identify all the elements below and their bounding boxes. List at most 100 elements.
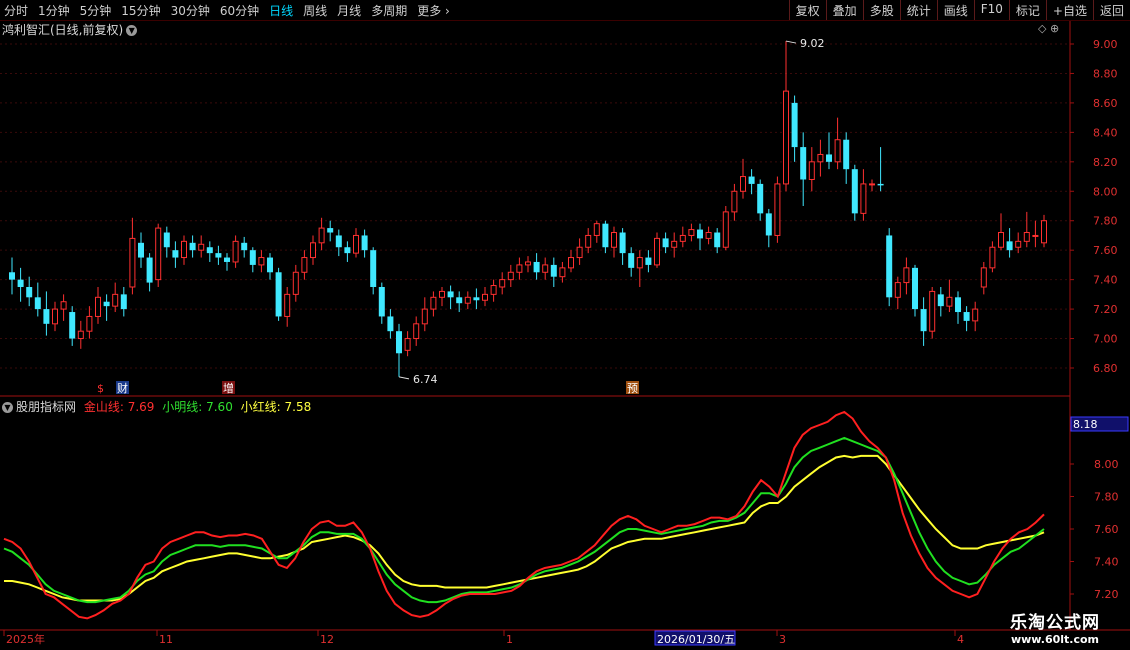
site-watermark: 乐淘公式网 www.60lt.com (996, 608, 1114, 646)
candle-body (447, 291, 454, 298)
candle-body (421, 308, 428, 325)
candle-body (267, 257, 273, 273)
candle (198, 235, 205, 258)
candle (791, 95, 798, 162)
candle (69, 306, 76, 346)
candle-body (292, 271, 299, 295)
candle (404, 331, 411, 357)
candle (344, 241, 351, 262)
candle-body (318, 227, 325, 244)
candle (740, 158, 746, 199)
price-tick-label: 7.20 (1093, 303, 1118, 316)
candle-body (808, 161, 815, 180)
candle (645, 250, 652, 273)
event-marker: 预 (627, 382, 638, 395)
candle (249, 247, 256, 273)
candle (370, 247, 377, 295)
candle-body (258, 257, 265, 266)
candle (783, 41, 789, 192)
candle (9, 257, 15, 295)
candle-body (335, 235, 342, 248)
candle-body (344, 247, 351, 254)
candle-body (671, 240, 678, 248)
candle-body (593, 223, 600, 236)
time-axis-label: 1 (506, 633, 513, 646)
price-tick-label: 6.80 (1093, 362, 1118, 375)
candle-body (69, 312, 76, 339)
candle (912, 264, 918, 317)
candle-body (533, 261, 540, 273)
candle (774, 176, 781, 243)
candle (611, 226, 617, 258)
candle-body (430, 296, 437, 310)
candle (998, 213, 1004, 251)
candle (464, 291, 471, 310)
candle-body (765, 213, 772, 236)
chart-canvas[interactable]: 9.00 8.80 8.60 8.40 8.20 8.00 7.80 7.60 7.40 7.20… (0, 0, 1130, 650)
candle-body (851, 169, 858, 214)
candle-body (473, 297, 480, 301)
candle-body (482, 293, 488, 301)
candle (654, 232, 660, 268)
candle-body (327, 228, 334, 233)
candle (439, 287, 445, 307)
indicator-series-小红线 (4, 454, 1045, 602)
candle (1023, 211, 1030, 248)
price-tick-label: 8.60 (1093, 97, 1118, 110)
candle (826, 132, 832, 170)
candle-body (26, 287, 33, 298)
candle (138, 232, 144, 268)
candle-body (568, 257, 574, 269)
candle (189, 235, 196, 258)
candle-body (791, 102, 798, 148)
candle (980, 261, 987, 295)
candle-body (17, 279, 24, 287)
candle (516, 257, 523, 280)
low-arrow (398, 376, 410, 380)
candle-body (86, 315, 93, 332)
candle (946, 279, 953, 313)
candle-body (181, 240, 187, 259)
candle-body (456, 297, 463, 304)
candle-body (542, 264, 549, 273)
candle-body (998, 232, 1004, 248)
candle-body (396, 331, 402, 354)
candle-body (206, 247, 213, 254)
candle-body (834, 139, 841, 163)
price-tick-label: 7.80 (1093, 215, 1118, 228)
candle-body (284, 293, 291, 317)
candle (507, 264, 514, 287)
candle-body (232, 240, 239, 263)
candle (619, 228, 626, 265)
candle (688, 223, 695, 242)
candle-body (912, 267, 918, 310)
indicator-tick-label: 7.80 (1094, 491, 1119, 504)
candle-body (155, 227, 162, 281)
candle (1041, 214, 1047, 248)
price-tick-label: 8.40 (1093, 126, 1118, 139)
candle (593, 220, 600, 243)
candle (95, 287, 101, 324)
candle-body (189, 242, 196, 251)
candle (335, 229, 342, 257)
candle (869, 179, 875, 192)
candle-body (989, 246, 996, 269)
high-price-label: 9.02 (800, 37, 825, 50)
candle-body (224, 257, 230, 262)
candle-body (387, 316, 394, 332)
time-axis-label: 2026/01/30/五 (657, 633, 735, 646)
candle (989, 241, 996, 273)
candle-body (499, 279, 506, 288)
candle (568, 250, 574, 273)
candle (894, 276, 901, 310)
event-marker: $ (97, 382, 104, 395)
candle (628, 247, 635, 277)
candle-body (516, 264, 523, 273)
price-tick-label: 8.00 (1093, 185, 1118, 198)
candle-body (1041, 220, 1047, 244)
candle-body (688, 229, 695, 236)
candle-body (52, 308, 58, 325)
candle-body (611, 232, 617, 248)
candle-body (1032, 234, 1039, 237)
indicator-tick-label: 7.60 (1094, 523, 1119, 536)
